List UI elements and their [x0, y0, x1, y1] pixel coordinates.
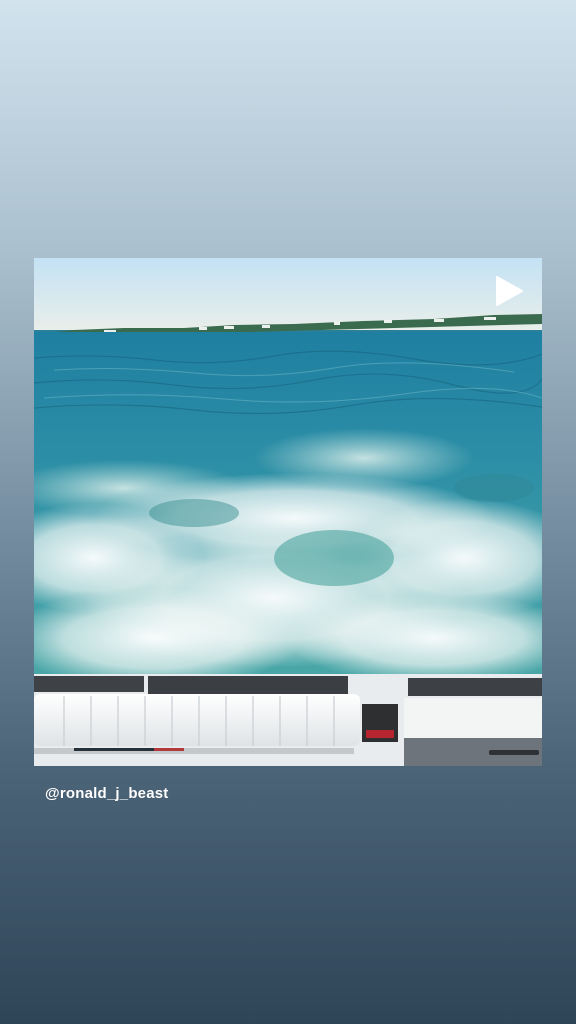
story-screen: @ronald_j_beast — [0, 0, 576, 1024]
play-icon[interactable] — [494, 275, 524, 307]
shared-post-video[interactable] — [34, 258, 542, 766]
boat-wake-video-frame — [34, 258, 542, 766]
post-author-username[interactable]: @ronald_j_beast — [45, 785, 169, 802]
